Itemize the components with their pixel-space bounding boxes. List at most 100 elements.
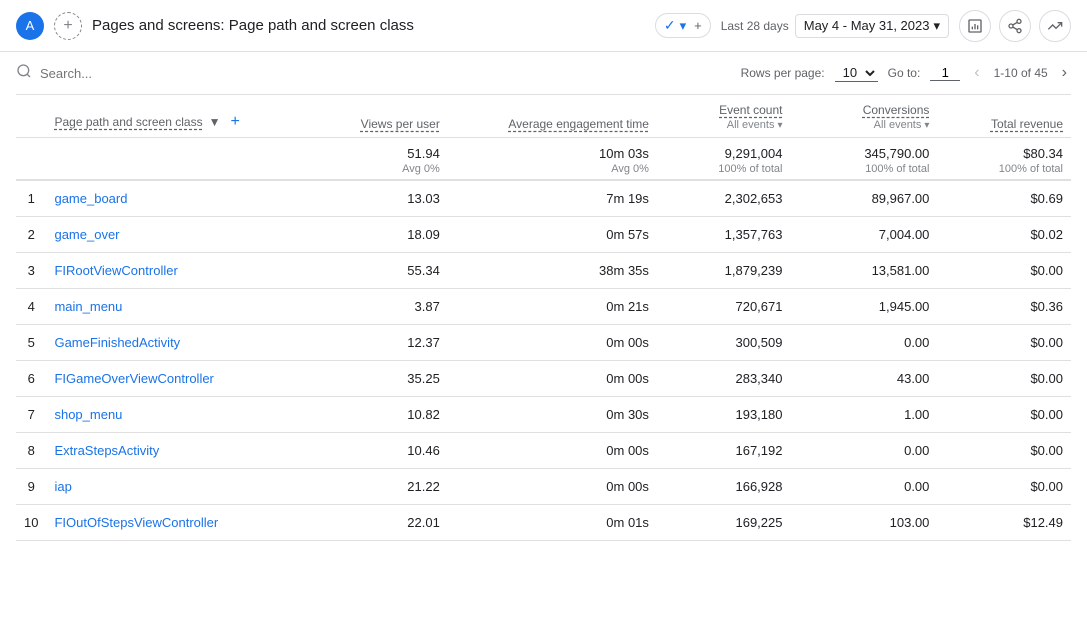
row-revenue-4: $0.00: [937, 325, 1071, 361]
row-views-3: 3.87: [321, 289, 448, 325]
row-events-6: 193,180: [657, 397, 791, 433]
row-avg-5: 0m 00s: [448, 361, 657, 397]
sort-icon: ▼: [209, 115, 221, 129]
row-page-3[interactable]: main_menu: [46, 289, 320, 325]
row-views-9: 22.01: [321, 505, 448, 541]
table-container: Rows per page: 10 25 50 Go to: ‹ 1-10 of…: [0, 52, 1087, 557]
page-link-9[interactable]: FIOutOfStepsViewController: [54, 515, 218, 530]
row-conv-2: 13,581.00: [790, 253, 937, 289]
row-page-9[interactable]: FIOutOfStepsViewController: [46, 505, 320, 541]
row-events-7: 167,192: [657, 433, 791, 469]
row-revenue-0: $0.69: [937, 180, 1071, 217]
row-conv-6: 1.00: [790, 397, 937, 433]
event-count-filter-arrow[interactable]: ▾: [777, 120, 782, 131]
header-action-icons: [959, 10, 1071, 42]
row-page-5[interactable]: FIGameOverViewController: [46, 361, 320, 397]
row-num-6: 7: [16, 397, 46, 433]
prev-page-button[interactable]: ‹: [970, 62, 983, 84]
add-account-button[interactable]: +: [54, 12, 82, 40]
row-events-5: 283,340: [657, 361, 791, 397]
avg-engagement-header[interactable]: Average engagement time: [508, 117, 649, 131]
row-page-0[interactable]: game_board: [46, 180, 320, 217]
page-link-2[interactable]: FIRootViewController: [54, 263, 177, 278]
totals-revenue: $80.34 100% of total: [937, 138, 1071, 181]
avatar: A: [16, 12, 44, 40]
row-revenue-6: $0.00: [937, 397, 1071, 433]
search-pagination-bar: Rows per page: 10 25 50 Go to: ‹ 1-10 of…: [16, 52, 1071, 95]
row-num-9: 10: [16, 505, 46, 541]
row-views-6: 10.82: [321, 397, 448, 433]
col-conversions[interactable]: Conversions All events ▾: [790, 95, 937, 138]
table-row: 9 iap 21.22 0m 00s 166,928 0.00 $0.00: [16, 469, 1071, 505]
report-status-badge[interactable]: ✓ ▾ +: [655, 13, 711, 38]
table-row: 6 FIGameOverViewController 35.25 0m 00s …: [16, 361, 1071, 397]
conversions-filter-arrow[interactable]: ▾: [924, 120, 929, 131]
total-revenue-header[interactable]: Total revenue: [991, 117, 1063, 131]
table-row: 1 game_board 13.03 7m 19s 2,302,653 89,9…: [16, 180, 1071, 217]
page-link-6[interactable]: shop_menu: [54, 407, 122, 422]
event-count-filter-label: All events: [727, 119, 775, 131]
trend-icon-button[interactable]: [1039, 10, 1071, 42]
row-page-1[interactable]: game_over: [46, 217, 320, 253]
row-avg-1: 0m 57s: [448, 217, 657, 253]
page-link-3[interactable]: main_menu: [54, 299, 122, 314]
page-link-8[interactable]: iap: [54, 479, 71, 494]
page-range: 1-10 of 45: [994, 66, 1048, 80]
row-views-0: 13.03: [321, 180, 448, 217]
add-column-button[interactable]: +: [226, 113, 243, 131]
row-revenue-3: $0.36: [937, 289, 1071, 325]
table-row: 7 shop_menu 10.82 0m 30s 193,180 1.00 $0…: [16, 397, 1071, 433]
row-avg-6: 0m 30s: [448, 397, 657, 433]
row-page-2[interactable]: FIRootViewController: [46, 253, 320, 289]
table-row: 8 ExtraStepsActivity 10.46 0m 00s 167,19…: [16, 433, 1071, 469]
report-icon-button[interactable]: [959, 10, 991, 42]
row-revenue-7: $0.00: [937, 433, 1071, 469]
chevron-down-icon: ▾: [680, 18, 687, 34]
row-revenue-5: $0.00: [937, 361, 1071, 397]
totals-events: 9,291,004 100% of total: [657, 138, 791, 181]
col-total-revenue[interactable]: Total revenue: [937, 95, 1071, 138]
row-page-6[interactable]: shop_menu: [46, 397, 320, 433]
totals-page: [46, 138, 320, 181]
page-link-5[interactable]: FIGameOverViewController: [54, 371, 213, 386]
row-page-4[interactable]: GameFinishedActivity: [46, 325, 320, 361]
row-page-7[interactable]: ExtraStepsActivity: [46, 433, 320, 469]
page-path-header-label[interactable]: Page path and screen class: [54, 115, 202, 129]
col-avg-engagement[interactable]: Average engagement time: [448, 95, 657, 138]
page-link-1[interactable]: game_over: [54, 227, 119, 242]
date-last-label: Last 28 days: [721, 19, 789, 33]
page-link-0[interactable]: game_board: [54, 191, 127, 206]
next-page-button[interactable]: ›: [1058, 62, 1071, 84]
row-events-8: 166,928: [657, 469, 791, 505]
page-link-7[interactable]: ExtraStepsActivity: [54, 443, 159, 458]
page-link-4[interactable]: GameFinishedActivity: [54, 335, 180, 350]
table-row: 2 game_over 18.09 0m 57s 1,357,763 7,004…: [16, 217, 1071, 253]
event-count-header[interactable]: Event count: [719, 103, 782, 117]
totals-conv: 345,790.00 100% of total: [790, 138, 937, 181]
search-input[interactable]: [40, 66, 733, 81]
goto-label: Go to:: [888, 66, 921, 80]
col-page-path[interactable]: Page path and screen class ▼ +: [46, 95, 320, 138]
share-icon-button[interactable]: [999, 10, 1031, 42]
rows-per-page-select[interactable]: 10 25 50: [835, 64, 878, 82]
totals-views: 51.94 Avg 0%: [321, 138, 448, 181]
conversions-header[interactable]: Conversions: [863, 103, 930, 117]
views-per-user-header[interactable]: Views per user: [361, 117, 440, 131]
row-num-8: 9: [16, 469, 46, 505]
row-revenue-8: $0.00: [937, 469, 1071, 505]
row-conv-0: 89,967.00: [790, 180, 937, 217]
row-views-8: 21.22: [321, 469, 448, 505]
row-page-8[interactable]: iap: [46, 469, 320, 505]
row-avg-0: 7m 19s: [448, 180, 657, 217]
date-range-picker[interactable]: May 4 - May 31, 2023 ▾: [795, 14, 949, 38]
row-conv-5: 43.00: [790, 361, 937, 397]
goto-input[interactable]: [930, 65, 960, 81]
row-num-5: 6: [16, 361, 46, 397]
row-events-3: 720,671: [657, 289, 791, 325]
header: A + Pages and screens: Page path and scr…: [0, 0, 1087, 52]
col-views-per-user[interactable]: Views per user: [321, 95, 448, 138]
col-event-count[interactable]: Event count All events ▾: [657, 95, 791, 138]
row-events-1: 1,357,763: [657, 217, 791, 253]
pagination-controls: Rows per page: 10 25 50 Go to: ‹ 1-10 of…: [741, 62, 1071, 84]
row-avg-9: 0m 01s: [448, 505, 657, 541]
